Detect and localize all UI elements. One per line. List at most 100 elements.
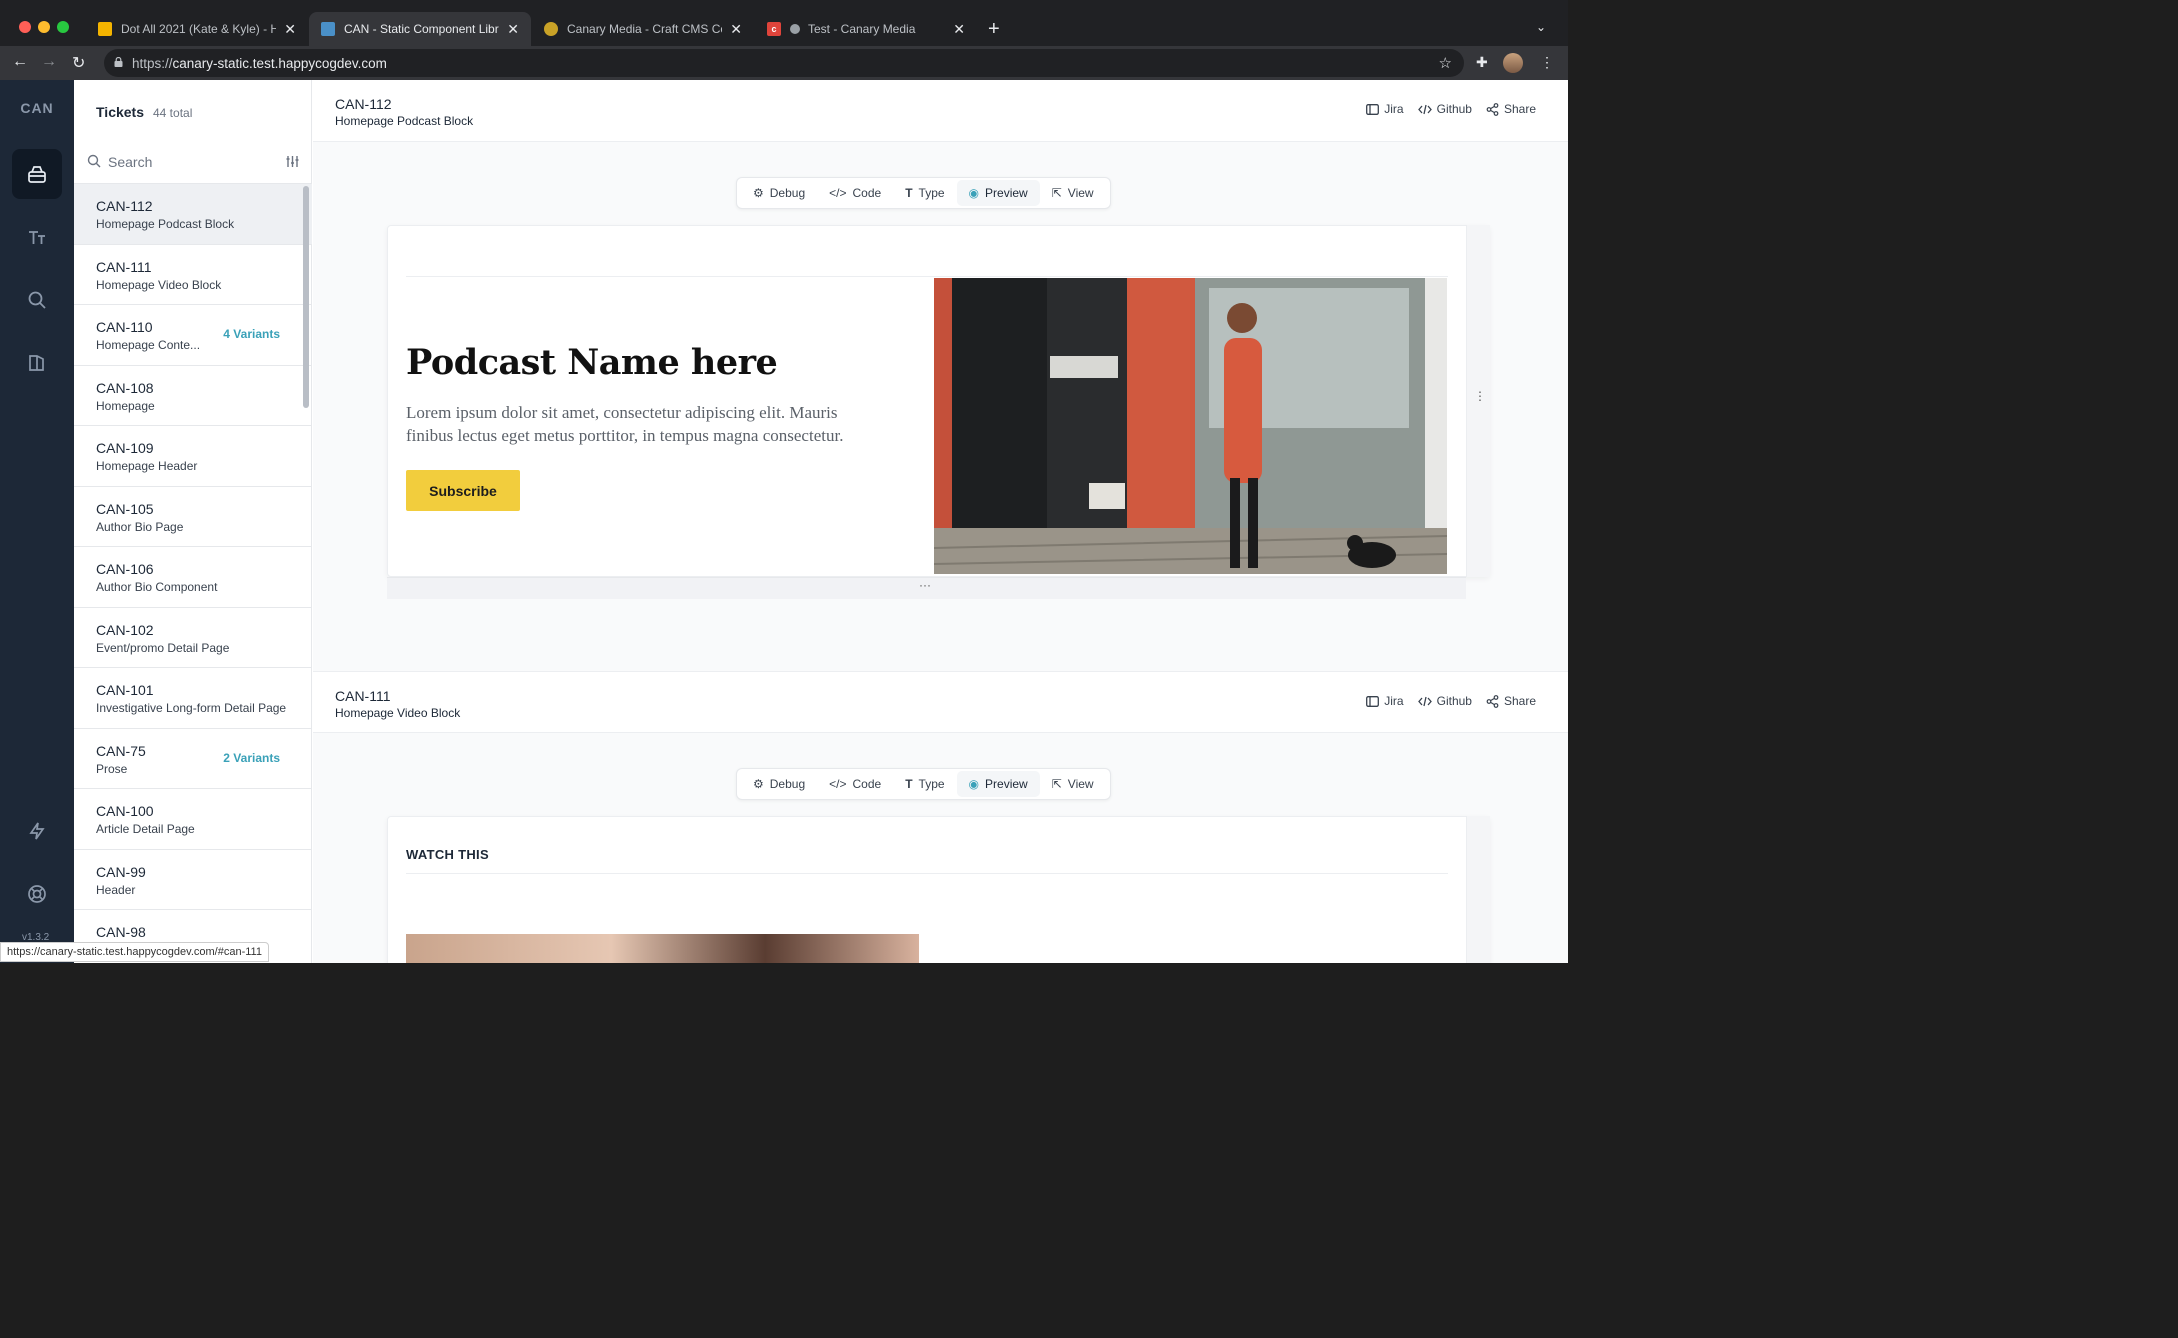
list-item[interactable]: CAN-111 Homepage Video Block: [74, 245, 312, 305]
close-icon[interactable]: ✕: [730, 21, 742, 38]
close-icon[interactable]: ✕: [284, 21, 296, 38]
close-icon[interactable]: ✕: [507, 21, 519, 38]
list-item[interactable]: CAN-100 Article Detail Page: [74, 789, 312, 850]
profile-avatar[interactable]: [1503, 53, 1523, 73]
list-item[interactable]: CAN-106 Author Bio Component: [74, 547, 312, 608]
type-button[interactable]: T Type: [893, 771, 956, 797]
preview-button[interactable]: ◉ Preview: [956, 771, 1040, 797]
preview-divider: [406, 276, 1448, 277]
tab-strip: Dot All 2021 (Kate & Kyle) - Ha ✕ CAN - …: [0, 8, 1568, 46]
search-input[interactable]: Search: [74, 140, 312, 184]
tab-title: CAN - Static Component Librar: [344, 22, 500, 36]
close-icon[interactable]: ✕: [953, 21, 965, 38]
tickets-sidebar: Tickets 44 total Search CAN-112 Homepage…: [74, 80, 312, 963]
list-item[interactable]: CAN-110 Homepage Conte... 4 Variants: [74, 305, 312, 366]
jira-label: Jira: [1384, 694, 1404, 708]
view-label: View: [1067, 777, 1094, 791]
section-ticket-id: CAN-112: [335, 96, 392, 112]
list-item[interactable]: CAN-109 Homepage Header: [74, 426, 312, 487]
browser-tab[interactable]: Dot All 2021 (Kate & Kyle) - Ha ✕: [86, 12, 308, 46]
typography-nav-button[interactable]: [12, 212, 62, 262]
section-links: Jira Github Share: [1366, 102, 1536, 116]
resize-handle[interactable]: [1466, 816, 1490, 963]
code-icon: </>: [829, 777, 847, 791]
jira-link[interactable]: Jira: [1366, 102, 1404, 116]
ticket-name: Author Bio Page: [96, 519, 184, 534]
browser-tab[interactable]: Canary Media - Craft CMS Cor ✕: [532, 12, 754, 46]
code-icon: [1417, 696, 1432, 706]
main-content: CAN-112 Homepage Podcast Block Jira Gith…: [313, 80, 1568, 963]
actions-nav-button[interactable]: [12, 806, 62, 856]
code-button[interactable]: </> Code: [817, 180, 893, 206]
code-button[interactable]: </> Code: [817, 771, 893, 797]
new-tab-button[interactable]: +: [988, 18, 1000, 41]
share-link[interactable]: Share: [1486, 102, 1536, 116]
maximize-window-button[interactable]: [57, 21, 69, 33]
tab-title: Test - Canary Media: [808, 22, 916, 36]
list-item[interactable]: CAN-99 Header: [74, 850, 312, 910]
type-icon: [29, 231, 45, 244]
minimize-window-button[interactable]: [38, 21, 50, 33]
bug-icon: ⚙: [753, 186, 764, 200]
debug-label: Debug: [769, 186, 806, 200]
podcast-image: [934, 278, 1447, 574]
search-nav-button[interactable]: [12, 275, 62, 325]
tickets-nav-button[interactable]: [12, 149, 62, 199]
view-button[interactable]: ⇱ View: [1040, 771, 1106, 797]
tab-search-chevron-icon[interactable]: ⌄: [1536, 20, 1546, 34]
list-item[interactable]: CAN-101 Investigative Long-form Detail P…: [74, 668, 312, 729]
view-button[interactable]: ⇱ View: [1040, 180, 1106, 206]
section-header: CAN-112 Homepage Podcast Block Jira Gith…: [313, 80, 1568, 142]
browser-tab[interactable]: c Test - Canary Media ✕: [755, 12, 977, 46]
github-label: Github: [1436, 102, 1472, 116]
docs-nav-button[interactable]: [12, 338, 62, 388]
ticket-name: Homepage Video Block: [96, 277, 222, 292]
type-button[interactable]: T Type: [893, 180, 956, 206]
help-nav-button[interactable]: [12, 869, 62, 919]
debug-button[interactable]: ⚙ Debug: [741, 180, 817, 206]
address-bar[interactable]: https://canary-static.test.happycogdev.c…: [104, 49, 1464, 77]
resize-handle[interactable]: ⋮: [1466, 225, 1490, 577]
jira-link[interactable]: Jira: [1366, 694, 1404, 708]
ticket-id: CAN-112: [96, 198, 153, 214]
app-logo: CAN: [20, 100, 54, 116]
podcast-title: Podcast Name here: [406, 342, 778, 383]
debug-button[interactable]: ⚙ Debug: [741, 771, 817, 797]
subscribe-button[interactable]: Subscribe: [406, 470, 520, 511]
bookmark-star-icon[interactable]: ☆: [1439, 54, 1452, 72]
code-icon: </>: [829, 186, 847, 200]
resize-handle-bottom[interactable]: ···: [387, 577, 1466, 599]
ticket-name: Homepage Header: [96, 459, 198, 473]
video-thumbnail[interactable]: [406, 934, 919, 963]
more-menu-icon[interactable]: ⋮: [1540, 54, 1554, 71]
list-item[interactable]: CAN-112 Homepage Podcast Block: [74, 184, 312, 245]
podcast-description: Lorem ipsum dolor sit amet, consectetur …: [406, 403, 844, 445]
list-item[interactable]: CAN-102 Event/promo Detail Page: [74, 608, 312, 668]
share-label: Share: [1503, 694, 1536, 708]
ticket-count: 44 total: [153, 106, 193, 120]
ticket-id: CAN-101: [96, 682, 154, 698]
browser-toolbar: ← → ↻ https://canary-static.test.happyco…: [0, 46, 1568, 80]
preview-button[interactable]: ◉ Preview: [956, 180, 1040, 206]
github-link[interactable]: Github: [1417, 102, 1472, 116]
video-block-label: WATCH THIS: [406, 847, 489, 862]
github-link[interactable]: Github: [1417, 694, 1472, 708]
url-text: https://canary-static.test.happycogdev.c…: [132, 56, 387, 71]
extensions-puzzle-icon[interactable]: ✚: [1476, 54, 1488, 71]
share-label: Share: [1503, 102, 1536, 116]
close-window-button[interactable]: [19, 21, 31, 33]
forward-arrow-icon[interactable]: →: [41, 53, 57, 71]
list-item[interactable]: CAN-75 Prose 2 Variants: [74, 729, 312, 789]
browser-tab-active[interactable]: CAN - Static Component Librar ✕: [309, 12, 531, 46]
ticket-id: CAN-99: [96, 863, 146, 880]
variants-badge: 4 Variants: [223, 327, 280, 341]
list-item[interactable]: CAN-108 Homepage: [74, 366, 312, 426]
back-arrow-icon[interactable]: ←: [12, 53, 28, 71]
reload-icon[interactable]: ↻: [72, 53, 85, 73]
sidebar-scrollbar[interactable]: [303, 186, 309, 408]
share-link[interactable]: Share: [1486, 694, 1536, 708]
browser-window: Dot All 2021 (Kate & Kyle) - Ha ✕ CAN - …: [0, 0, 1568, 963]
filter-sliders-icon[interactable]: [286, 155, 299, 168]
list-item[interactable]: CAN-105 Author Bio Page: [74, 487, 312, 547]
search-icon: [28, 291, 46, 309]
